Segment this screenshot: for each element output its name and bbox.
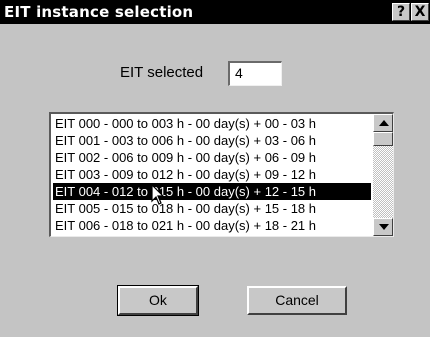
mouse-pointer-icon xyxy=(151,184,165,205)
list-item-selected[interactable]: EIT 004 - 012 to 015 h - 00 day(s) + 12 … xyxy=(53,183,371,200)
list-item[interactable]: EIT 001 - 003 to 006 h - 00 day(s) + 03 … xyxy=(53,132,371,149)
list-item[interactable]: EIT 000 - 000 to 003 h - 00 day(s) + 00 … xyxy=(53,115,371,132)
help-button[interactable]: ? xyxy=(392,3,410,21)
scroll-up-button[interactable] xyxy=(373,114,393,132)
list-scrollbar[interactable] xyxy=(373,114,393,236)
list-item[interactable]: EIT 005 - 015 to 018 h - 00 day(s) + 15 … xyxy=(53,200,371,217)
eit-selection-dialog: EIT instance selection ? X EIT selected … xyxy=(0,0,430,337)
eit-selected-field[interactable]: 4 xyxy=(228,61,282,86)
arrow-up-icon xyxy=(379,120,389,126)
title-bar[interactable]: EIT instance selection ? X xyxy=(0,0,430,24)
cancel-button[interactable]: Cancel xyxy=(247,286,347,315)
close-button[interactable]: X xyxy=(411,3,429,21)
arrow-down-icon xyxy=(379,224,389,230)
eit-instance-list[interactable]: EIT 000 - 000 to 003 h - 00 day(s) + 00 … xyxy=(49,112,394,237)
scroll-thumb[interactable] xyxy=(373,132,393,146)
scroll-down-button[interactable] xyxy=(373,218,393,236)
ok-button[interactable]: Ok xyxy=(117,285,199,316)
window-title: EIT instance selection xyxy=(4,3,194,21)
list-item[interactable]: EIT 003 - 009 to 012 h - 00 day(s) + 09 … xyxy=(53,166,371,183)
list-item[interactable]: EIT 006 - 018 to 021 h - 00 day(s) + 18 … xyxy=(53,217,371,234)
eit-selected-label: EIT selected xyxy=(120,64,204,81)
list-item[interactable]: EIT 002 - 006 to 009 h - 00 day(s) + 06 … xyxy=(53,149,371,166)
